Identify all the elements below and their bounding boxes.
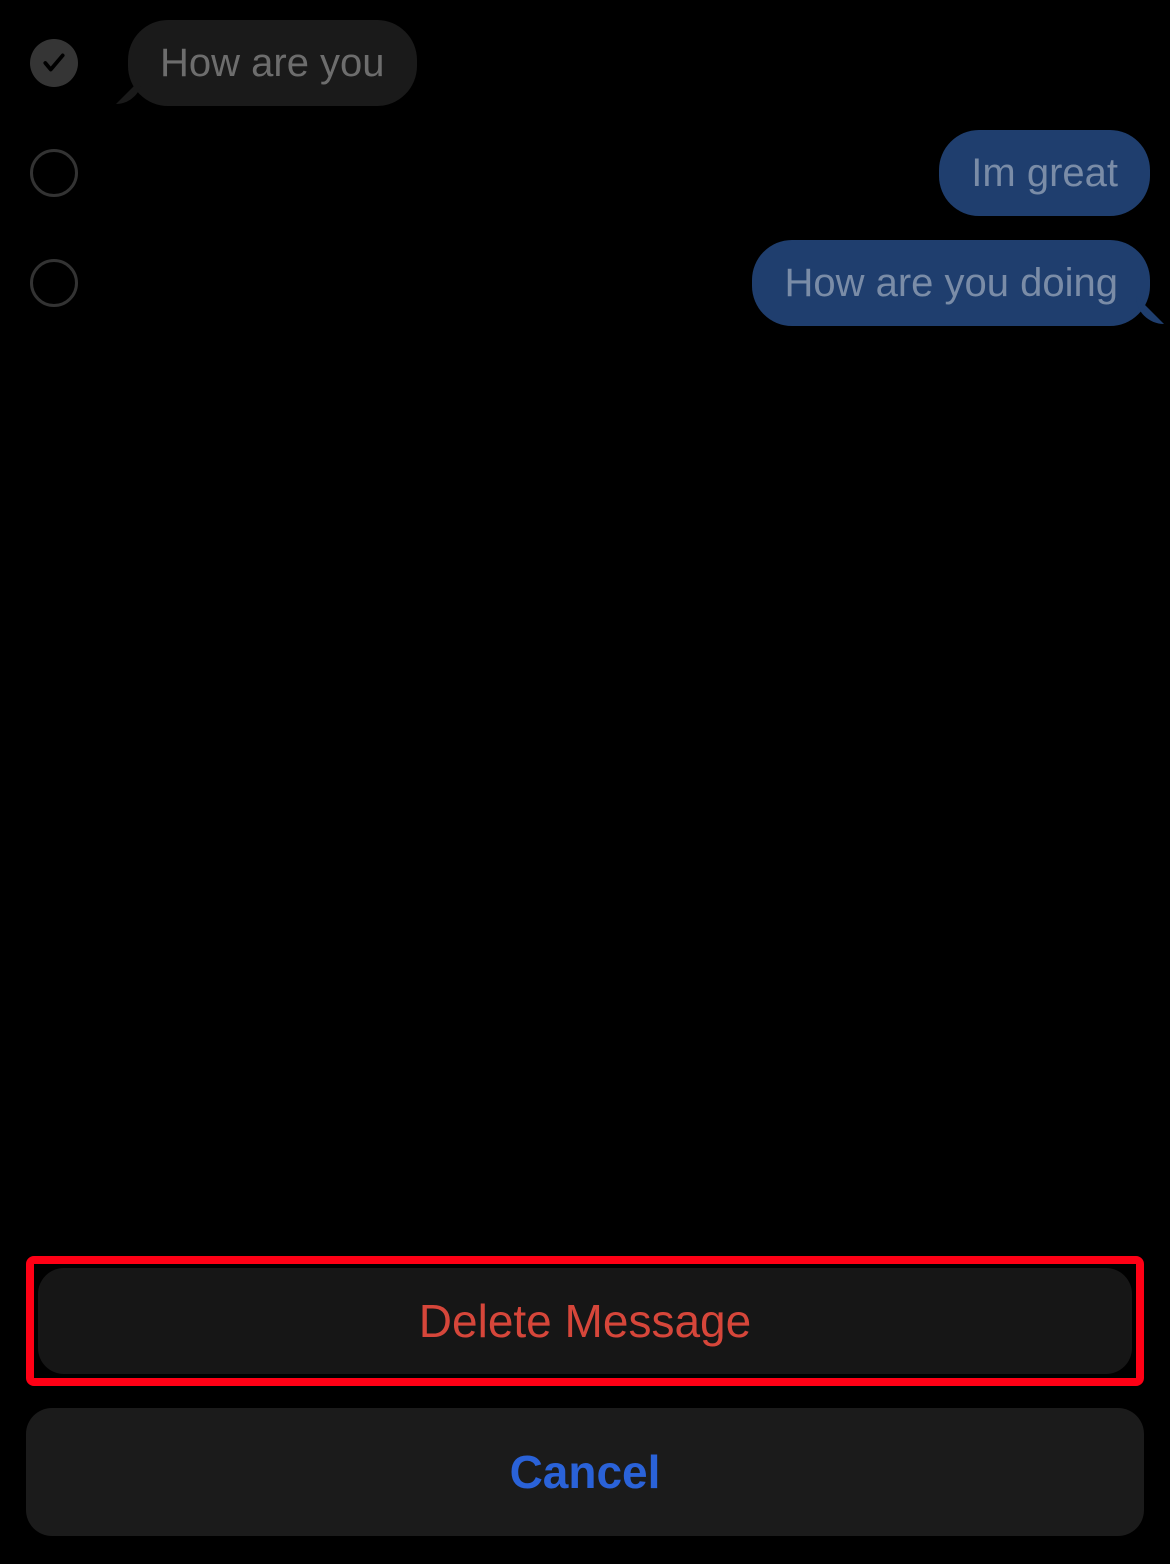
messages-list: How are you Im great How are you doing	[0, 0, 1170, 370]
cancel-button[interactable]: Cancel	[26, 1408, 1144, 1536]
message-select-checkbox[interactable]	[30, 149, 78, 197]
checkmark-icon	[41, 50, 67, 76]
message-row: How are you	[30, 20, 1140, 106]
highlight-annotation: Delete Message	[26, 1256, 1144, 1386]
message-select-checkbox[interactable]	[30, 259, 78, 307]
delete-message-button[interactable]: Delete Message	[38, 1268, 1132, 1374]
message-row: How are you doing	[30, 240, 1140, 326]
message-bubble-sent[interactable]: Im great	[939, 130, 1150, 216]
message-row: Im great	[30, 130, 1140, 216]
message-bubble-sent[interactable]: How are you doing	[752, 240, 1150, 326]
message-select-checkbox[interactable]	[30, 39, 78, 87]
action-sheet: Delete Message Cancel	[26, 1256, 1144, 1536]
message-bubble-received[interactable]: How are you	[128, 20, 417, 106]
